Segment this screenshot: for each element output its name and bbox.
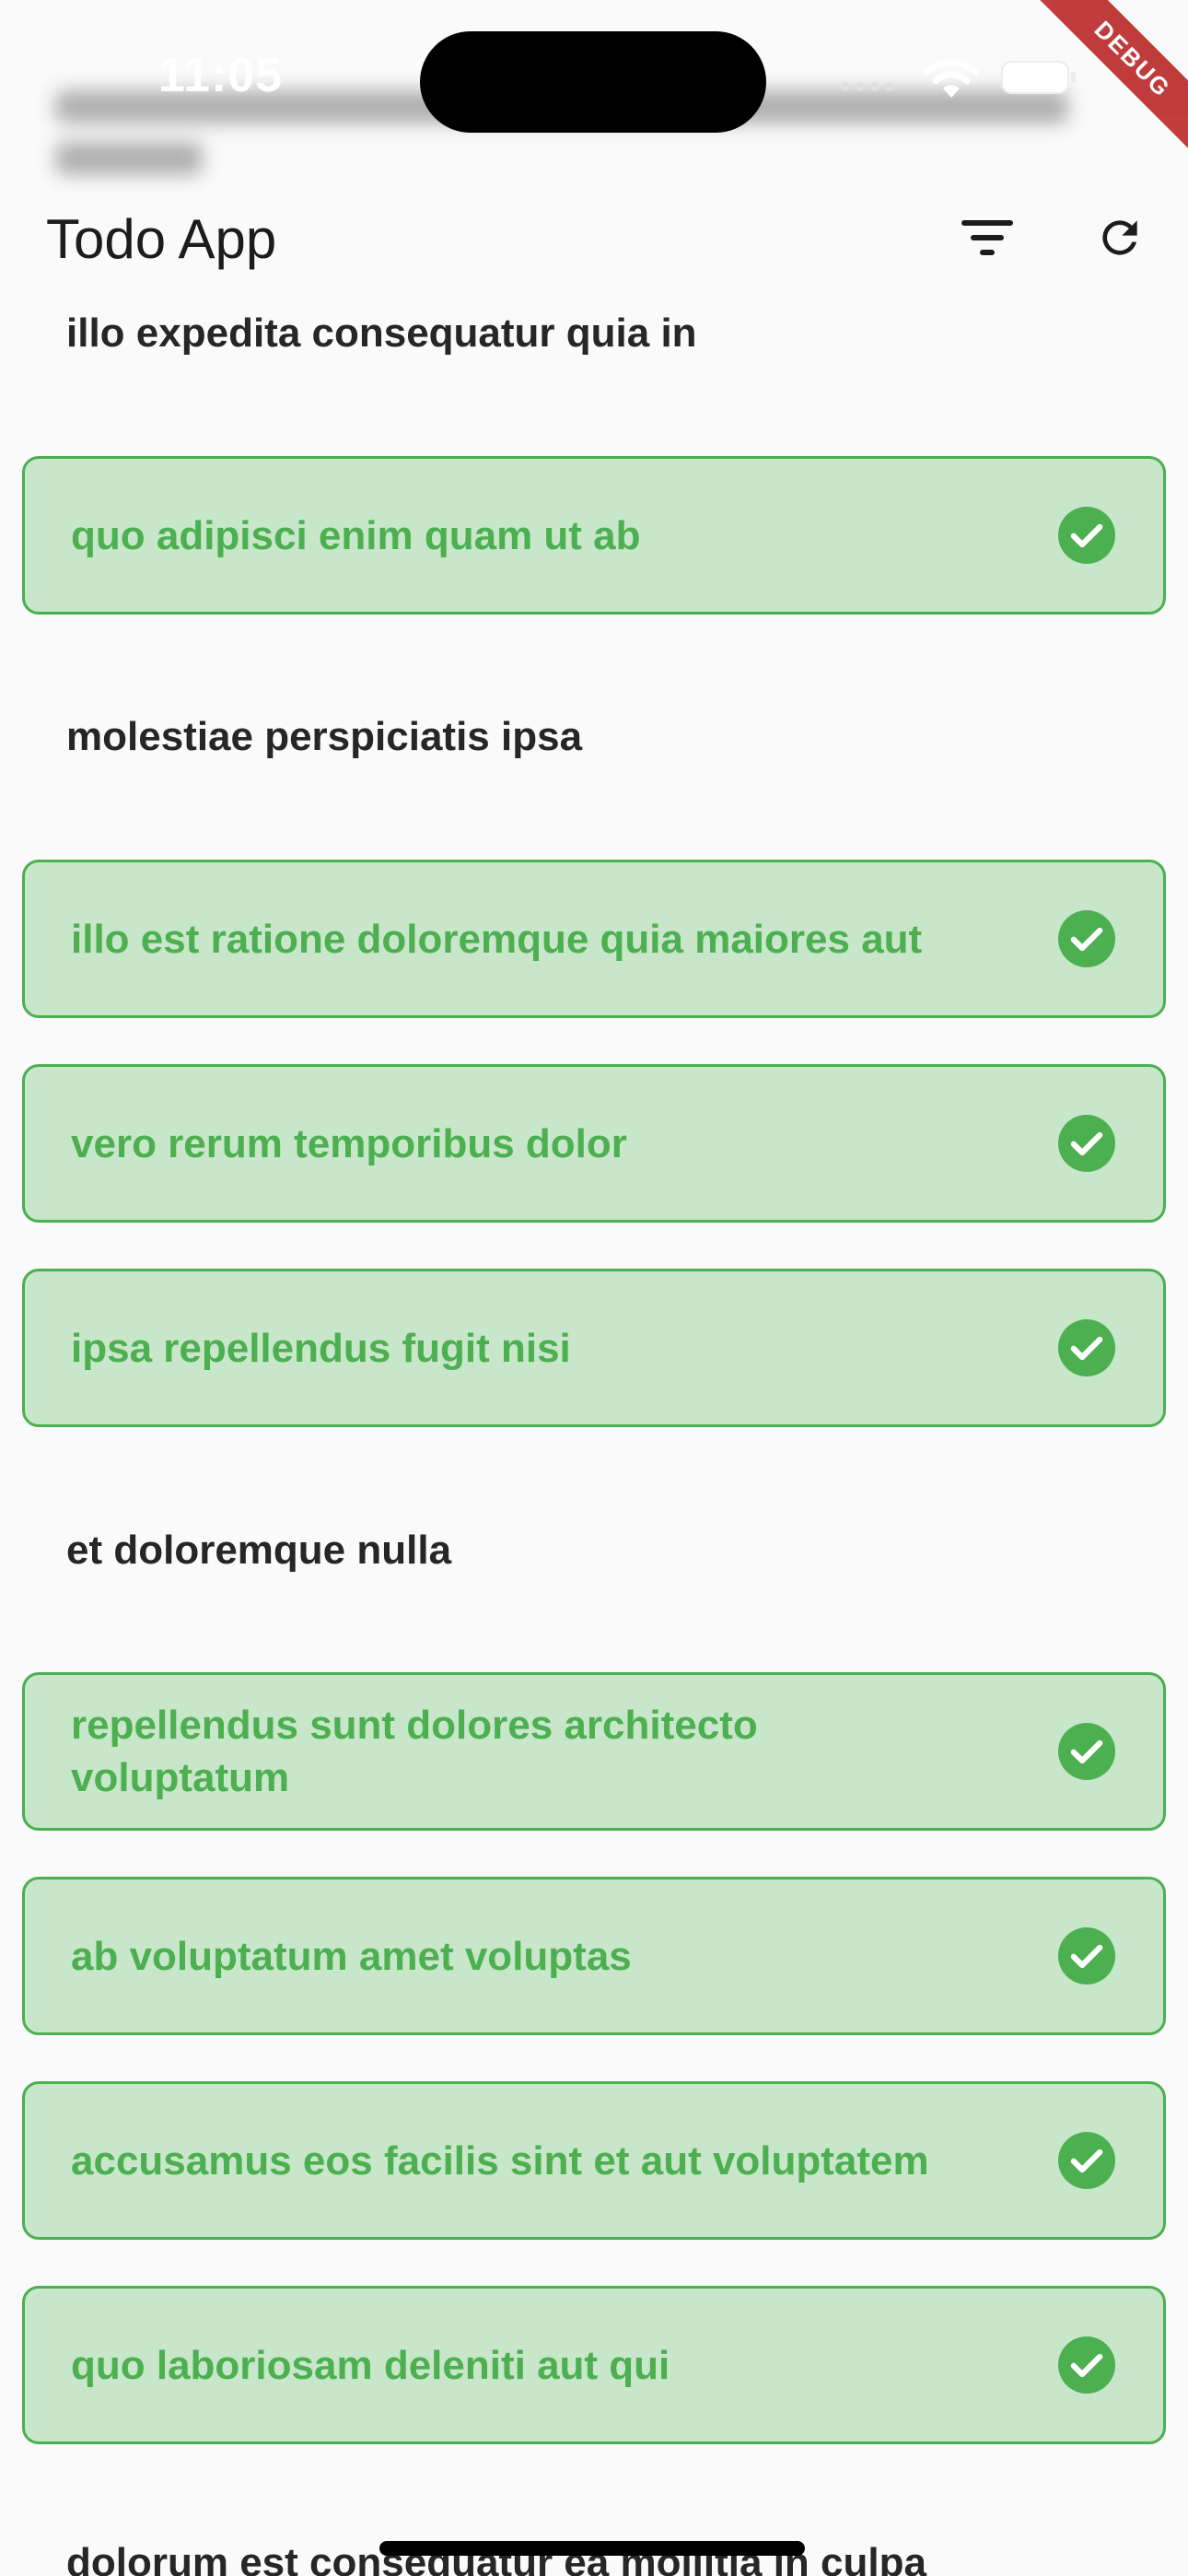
check-circle-icon[interactable] bbox=[1058, 1319, 1115, 1376]
todo-list[interactable]: illo expedita consequatur quia in quo ad… bbox=[0, 0, 1188, 2576]
todo-card[interactable]: ipsa repellendus fugit nisi bbox=[22, 1269, 1166, 1427]
section-header: molestiae perspiciatis ipsa bbox=[66, 714, 583, 759]
todo-title: illo est ratione doloremque quia maiores… bbox=[71, 916, 923, 962]
todo-title: repellendus sunt dolores architecto volu… bbox=[71, 1703, 758, 1800]
app-title: Todo App bbox=[46, 208, 277, 270]
check-circle-icon[interactable] bbox=[1058, 1723, 1115, 1780]
todo-title: accusamus eos facilis sint et aut volupt… bbox=[71, 2137, 929, 2184]
todo-title: ipsa repellendus fugit nisi bbox=[71, 1325, 571, 1371]
cellular-signal-icon bbox=[841, 82, 894, 91]
status-time: 11:05 bbox=[158, 49, 284, 102]
check-circle-icon[interactable] bbox=[1058, 1115, 1115, 1172]
home-indicator[interactable] bbox=[379, 2541, 805, 2556]
filter-button[interactable] bbox=[949, 199, 1026, 276]
filter-icon bbox=[961, 220, 1013, 255]
refresh-icon bbox=[1102, 220, 1137, 255]
debug-banner: DEBUG bbox=[1024, 0, 1188, 166]
todo-title: quo laboriosam deleniti aut qui bbox=[71, 2342, 670, 2388]
todo-card[interactable]: accusamus eos facilis sint et aut volupt… bbox=[22, 2081, 1166, 2240]
todo-title: ab voluptatum amet voluptas bbox=[71, 1933, 632, 1979]
app-bar: Todo App bbox=[0, 157, 1188, 322]
todo-card[interactable]: quo adipisci enim quam ut ab bbox=[22, 456, 1166, 615]
todo-title: quo adipisci enim quam ut ab bbox=[71, 512, 641, 558]
status-bar: 11:05 bbox=[0, 0, 1188, 157]
check-circle-icon[interactable] bbox=[1058, 910, 1115, 967]
todo-card[interactable]: repellendus sunt dolores architecto volu… bbox=[22, 1672, 1166, 1831]
refresh-button[interactable] bbox=[1081, 199, 1159, 276]
check-circle-icon[interactable] bbox=[1058, 2132, 1115, 2189]
wifi-icon bbox=[924, 58, 979, 98]
debug-banner-container: DEBUG bbox=[1022, 0, 1188, 166]
app-screen: illo expedita consequatur quia in quo ad… bbox=[0, 0, 1188, 2576]
check-circle-icon[interactable] bbox=[1058, 1927, 1115, 1985]
section-header: et doloremque nulla bbox=[66, 1528, 452, 1573]
todo-title: vero rerum temporibus dolor bbox=[71, 1120, 627, 1166]
check-circle-icon[interactable] bbox=[1058, 507, 1115, 564]
todo-card[interactable]: illo est ratione doloremque quia maiores… bbox=[22, 860, 1166, 1018]
check-circle-icon[interactable] bbox=[1058, 2336, 1115, 2394]
todo-card[interactable]: ab voluptatum amet voluptas bbox=[22, 1877, 1166, 2035]
todo-card[interactable]: vero rerum temporibus dolor bbox=[22, 1064, 1166, 1223]
dynamic-island bbox=[420, 31, 766, 133]
todo-card[interactable]: quo laboriosam deleniti aut qui bbox=[22, 2286, 1166, 2444]
